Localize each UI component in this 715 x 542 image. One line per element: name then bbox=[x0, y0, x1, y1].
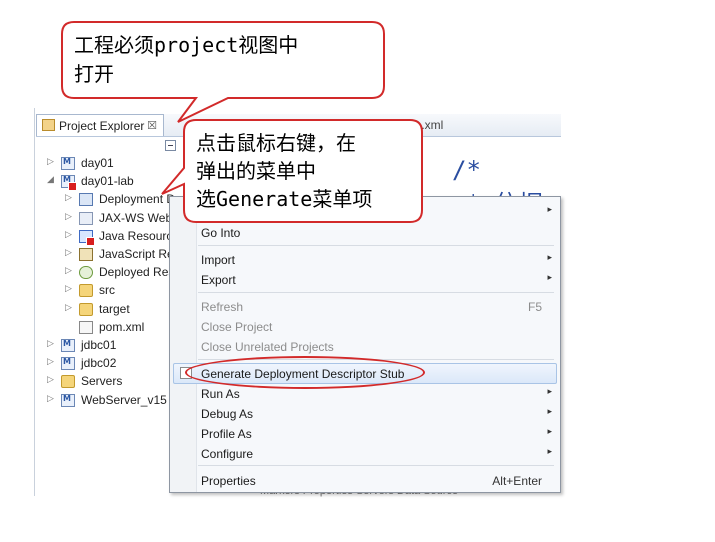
submenu-arrow-icon: ▸ bbox=[547, 447, 552, 457]
callout-right-line: 选Generate菜单项 bbox=[196, 187, 373, 211]
tree-item-label: WebServer_v15 bbox=[81, 392, 167, 407]
code-comment-open: /* bbox=[452, 156, 481, 184]
callout-top-line: 工程必须project视图中 bbox=[74, 33, 299, 57]
expand-arrow-icon[interactable]: ▷ bbox=[47, 375, 57, 385]
menu-item[interactable]: Refresh F5 bbox=[170, 297, 560, 317]
submenu-arrow-icon: ▸ bbox=[547, 273, 552, 283]
submenu-arrow-icon: ▸ bbox=[547, 407, 552, 417]
menu-item-label: Close Unrelated Projects bbox=[201, 340, 334, 354]
tree-item-label: day01 bbox=[81, 156, 114, 170]
tree-item-label: JavaScript Res bbox=[99, 247, 180, 261]
tree-item-label: target bbox=[99, 301, 130, 316]
expanded-arrow-icon[interactable]: ◢ bbox=[47, 175, 57, 185]
menu-item[interactable]: Close Project bbox=[170, 317, 560, 337]
submenu-arrow-icon: ▸ bbox=[547, 427, 552, 437]
menu-item-label: Run As bbox=[201, 387, 240, 401]
menu-item[interactable]: Properties Alt+Enter bbox=[170, 471, 560, 491]
deployed-resources-icon bbox=[79, 266, 93, 280]
menu-separator bbox=[198, 292, 554, 293]
menu-item-label: Refresh bbox=[201, 300, 244, 314]
menu-item[interactable]: Debug As ▸ bbox=[170, 404, 560, 424]
menu-item-label: Configure bbox=[201, 447, 254, 461]
menu-item-label: Go Into bbox=[201, 226, 241, 240]
tree-item-label: pom.xml bbox=[99, 319, 145, 334]
folder-icon bbox=[79, 302, 93, 316]
menu-item-label: Export bbox=[201, 273, 236, 287]
project-icon bbox=[61, 357, 75, 371]
menu-item[interactable]: Import ▸ bbox=[170, 250, 560, 270]
expand-arrow-icon[interactable]: ▷ bbox=[65, 284, 75, 294]
folder-icon bbox=[61, 375, 75, 389]
tree-item-label: day01-lab bbox=[81, 174, 134, 189]
submenu-arrow-icon: ▸ bbox=[547, 205, 552, 215]
project-icon bbox=[61, 393, 75, 407]
expand-arrow-icon[interactable]: ▷ bbox=[65, 230, 75, 240]
menu-item-label: Properties bbox=[201, 474, 256, 488]
menu-item-shortcut: F5 bbox=[527, 300, 542, 314]
tree-item-label: jdbc01 bbox=[81, 338, 117, 352]
expand-arrow-icon[interactable]: ▷ bbox=[47, 394, 57, 404]
tree-item-label: Java Resource bbox=[99, 228, 180, 243]
menu-item-shortcut: Alt+Enter bbox=[492, 474, 542, 488]
expand-arrow-icon[interactable]: ▷ bbox=[65, 266, 75, 276]
expand-arrow-icon[interactable]: ▷ bbox=[47, 339, 57, 349]
callout-top-line: 打开 bbox=[74, 62, 114, 86]
view-border bbox=[34, 108, 35, 496]
menu-item-label: Close Project bbox=[201, 320, 273, 334]
menu-item[interactable]: Run As ▸ bbox=[170, 384, 560, 404]
expand-arrow-icon[interactable]: ▷ bbox=[65, 193, 75, 203]
submenu-arrow-icon: ▸ bbox=[547, 253, 552, 263]
project-icon bbox=[61, 339, 75, 352]
menu-item-label: Debug As bbox=[201, 407, 254, 421]
menu-separator bbox=[198, 245, 554, 246]
menu-separator bbox=[198, 359, 554, 360]
expand-arrow-icon[interactable]: ▷ bbox=[47, 357, 57, 367]
menu-item-label: Profile As bbox=[201, 427, 252, 441]
descriptor-stub-icon bbox=[180, 367, 192, 379]
menu-item[interactable]: Profile As ▸ bbox=[170, 424, 560, 444]
project-icon bbox=[61, 157, 75, 170]
deployment-descriptor-icon bbox=[79, 193, 93, 207]
submenu-arrow-icon: ▸ bbox=[547, 387, 552, 397]
menu-item-label: Generate Deployment Descriptor Stub bbox=[201, 367, 405, 381]
menu-item[interactable]: Close Unrelated Projects bbox=[170, 337, 560, 357]
folder-icon bbox=[79, 284, 93, 298]
menu-item[interactable]: Generate Deployment Descriptor Stub bbox=[173, 363, 557, 384]
javascript-icon bbox=[79, 248, 93, 261]
tree-item-label: src bbox=[99, 283, 115, 298]
project-explorer-icon bbox=[42, 119, 55, 131]
error-marker-icon bbox=[68, 182, 77, 192]
xml-file-icon bbox=[79, 320, 93, 334]
menu-item-label: Import bbox=[201, 253, 236, 267]
callout-right-text: 点击鼠标右键，在 弹出的菜单中 选Generate菜单项 bbox=[196, 129, 372, 213]
expand-arrow-icon[interactable]: ▷ bbox=[65, 248, 75, 258]
menu-separator bbox=[198, 465, 554, 466]
callout-top-text: 工程必须project视图中 打开 bbox=[74, 31, 298, 89]
expand-arrow-icon[interactable]: ▷ bbox=[65, 303, 75, 313]
callout-right-line: 弹出的菜单中 bbox=[196, 159, 316, 183]
menu-item[interactable]: Configure ▸ bbox=[170, 444, 560, 464]
menu-item[interactable]: Export ▸ bbox=[170, 270, 560, 290]
tree-item-label: Servers bbox=[81, 374, 123, 389]
callout-right-line: 点击鼠标右键，在 bbox=[196, 131, 356, 155]
expand-arrow-icon[interactable]: ▷ bbox=[47, 157, 57, 167]
web-service-icon bbox=[79, 211, 93, 225]
expand-arrow-icon[interactable]: ▷ bbox=[65, 212, 75, 222]
error-marker-icon bbox=[86, 236, 95, 246]
tree-item-label: jdbc02 bbox=[81, 356, 117, 371]
context-menu: ▸ Go Into Import ▸ Export ▸ Refresh F5 Close Pro… bbox=[169, 196, 561, 493]
